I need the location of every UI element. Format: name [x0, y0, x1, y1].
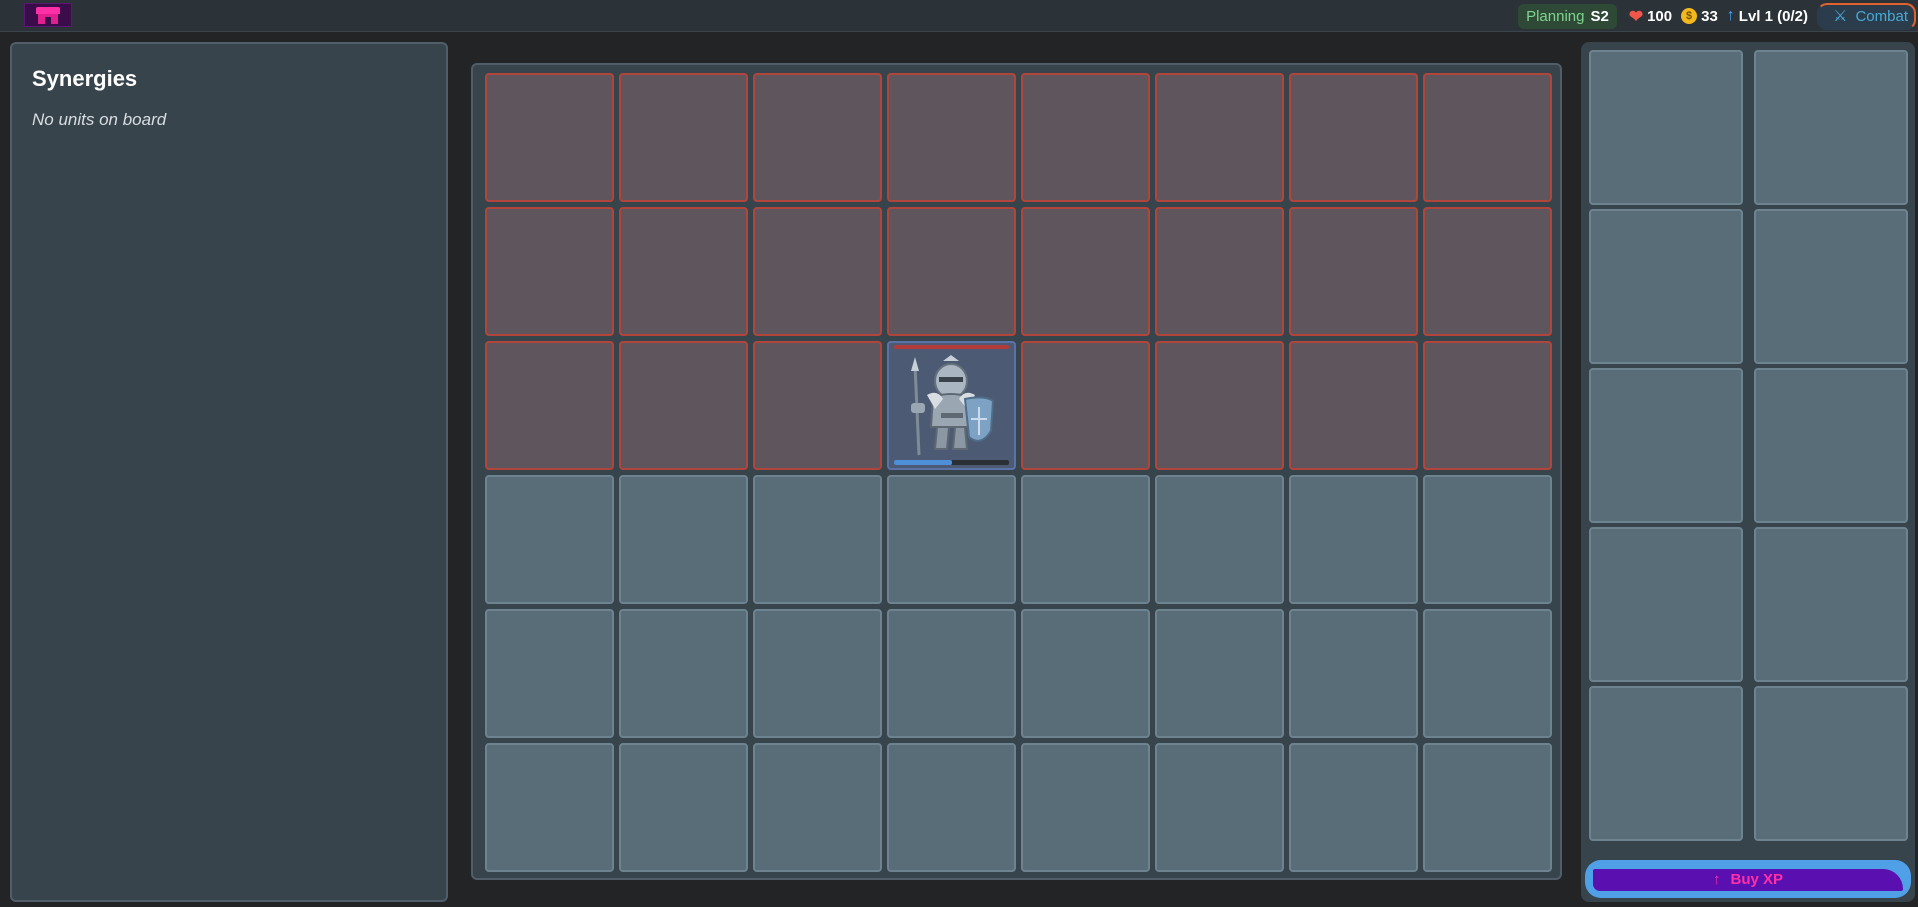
- board-cell[interactable]: [753, 609, 882, 738]
- bench-slot[interactable]: [1754, 50, 1908, 205]
- game-board: [471, 63, 1562, 880]
- gold-stat: $ 33: [1681, 8, 1718, 25]
- arrow-up-icon: ↑: [1712, 870, 1721, 888]
- health-stat: ❤ 100: [1629, 8, 1672, 25]
- combat-button[interactable]: ⚔ Combat: [1817, 2, 1916, 30]
- gold-value: 33: [1701, 7, 1718, 25]
- unit-mana-bar: [894, 460, 1009, 465]
- synergies-panel: Synergies No units on board: [10, 42, 448, 902]
- stage-label: S2: [1590, 7, 1609, 25]
- board-cell[interactable]: [485, 207, 614, 336]
- board-cell[interactable]: [1289, 609, 1418, 738]
- board-cell[interactable]: [753, 341, 882, 470]
- synergies-title: Synergies: [32, 66, 138, 91]
- board-cell[interactable]: [1289, 475, 1418, 604]
- board-cell[interactable]: [887, 341, 1016, 470]
- board-cell[interactable]: [1155, 341, 1284, 470]
- board-cell[interactable]: [1289, 341, 1418, 470]
- unit-health-bar: [894, 345, 1009, 349]
- health-value: 100: [1647, 7, 1673, 25]
- board-cell[interactable]: [485, 475, 614, 604]
- bench-slot[interactable]: [1589, 686, 1743, 841]
- level-value: Lvl 1 (0/2): [1738, 7, 1808, 25]
- board-cell[interactable]: [1423, 609, 1552, 738]
- board-cell[interactable]: [1021, 207, 1150, 336]
- board-cell[interactable]: [619, 73, 748, 202]
- synergies-empty-text: No units on board: [32, 110, 167, 129]
- board-cell[interactable]: [887, 207, 1016, 336]
- board-cell[interactable]: [753, 475, 882, 604]
- bench-slot[interactable]: [1754, 368, 1908, 523]
- level-stat: ↑ Lvl 1 (0/2): [1727, 8, 1808, 25]
- top-bar: Planning S2 ❤ 100 $ 33 ↑ Lvl 1 (0/2) ⚔ C…: [0, 0, 1918, 32]
- board-cell[interactable]: [1021, 609, 1150, 738]
- board-cell[interactable]: [1423, 475, 1552, 604]
- board-cell[interactable]: [485, 609, 614, 738]
- board-cell[interactable]: [1423, 743, 1552, 872]
- bench-slot[interactable]: [1754, 527, 1908, 682]
- phase-label: Planning: [1526, 7, 1585, 25]
- board-cell[interactable]: [1289, 743, 1418, 872]
- buy-xp-label-group: ↑ Buy XP: [1713, 871, 1783, 888]
- bench-slot[interactable]: [1589, 527, 1743, 682]
- board-cell[interactable]: [619, 743, 748, 872]
- arrow-up-icon: ↑: [1726, 7, 1735, 24]
- board-cell[interactable]: [1423, 73, 1552, 202]
- board-cell[interactable]: [1021, 743, 1150, 872]
- sword-icon: ⚔: [1833, 8, 1848, 25]
- board-cell[interactable]: [1423, 341, 1552, 470]
- combat-label: Combat: [1855, 7, 1908, 25]
- bench-slot[interactable]: [1589, 50, 1743, 205]
- board-cell[interactable]: [1289, 207, 1418, 336]
- shop-icon: [35, 5, 61, 25]
- board-cell[interactable]: [485, 743, 614, 872]
- board-cell[interactable]: [753, 743, 882, 872]
- hud: Planning S2 ❤ 100 $ 33 ↑ Lvl 1 (0/2) ⚔ C…: [1518, 2, 1918, 30]
- coin-icon: $: [1681, 8, 1698, 24]
- board-cell[interactable]: [1155, 207, 1284, 336]
- shop-button[interactable]: [24, 3, 72, 27]
- bench-slot[interactable]: [1589, 209, 1743, 364]
- board-cell[interactable]: [1155, 475, 1284, 604]
- board-cell[interactable]: [485, 73, 614, 202]
- board-cell[interactable]: [619, 207, 748, 336]
- board-cell[interactable]: [1155, 73, 1284, 202]
- board-cell[interactable]: [619, 475, 748, 604]
- board-cell[interactable]: [619, 341, 748, 470]
- unit-mana-fill: [894, 460, 952, 465]
- board-cell[interactable]: [1021, 341, 1150, 470]
- buy-xp-button[interactable]: ↑ Buy XP: [1585, 860, 1911, 898]
- board-cell[interactable]: [485, 341, 614, 470]
- heart-icon: ❤: [1628, 6, 1644, 26]
- board-cell[interactable]: [753, 73, 882, 202]
- board-cell[interactable]: [1021, 475, 1150, 604]
- board-cell[interactable]: [1155, 743, 1284, 872]
- board-cell[interactable]: [619, 609, 748, 738]
- board-cell[interactable]: [1021, 73, 1150, 202]
- phase-indicator: Planning S2: [1518, 3, 1617, 29]
- bench-slot[interactable]: [1754, 209, 1908, 364]
- knight-unit[interactable]: [897, 351, 1007, 461]
- bench-slot[interactable]: [1589, 368, 1743, 523]
- board-cell[interactable]: [887, 475, 1016, 604]
- buy-xp-label: Buy XP: [1730, 870, 1783, 888]
- board-cell[interactable]: [887, 73, 1016, 202]
- board-cell[interactable]: [887, 743, 1016, 872]
- bench-slot[interactable]: [1754, 686, 1908, 841]
- bench-panel: [1581, 42, 1915, 902]
- board-cell[interactable]: [1155, 609, 1284, 738]
- board-cell[interactable]: [887, 609, 1016, 738]
- board-cell[interactable]: [753, 207, 882, 336]
- board-cell[interactable]: [1423, 207, 1552, 336]
- board-cell[interactable]: [1289, 73, 1418, 202]
